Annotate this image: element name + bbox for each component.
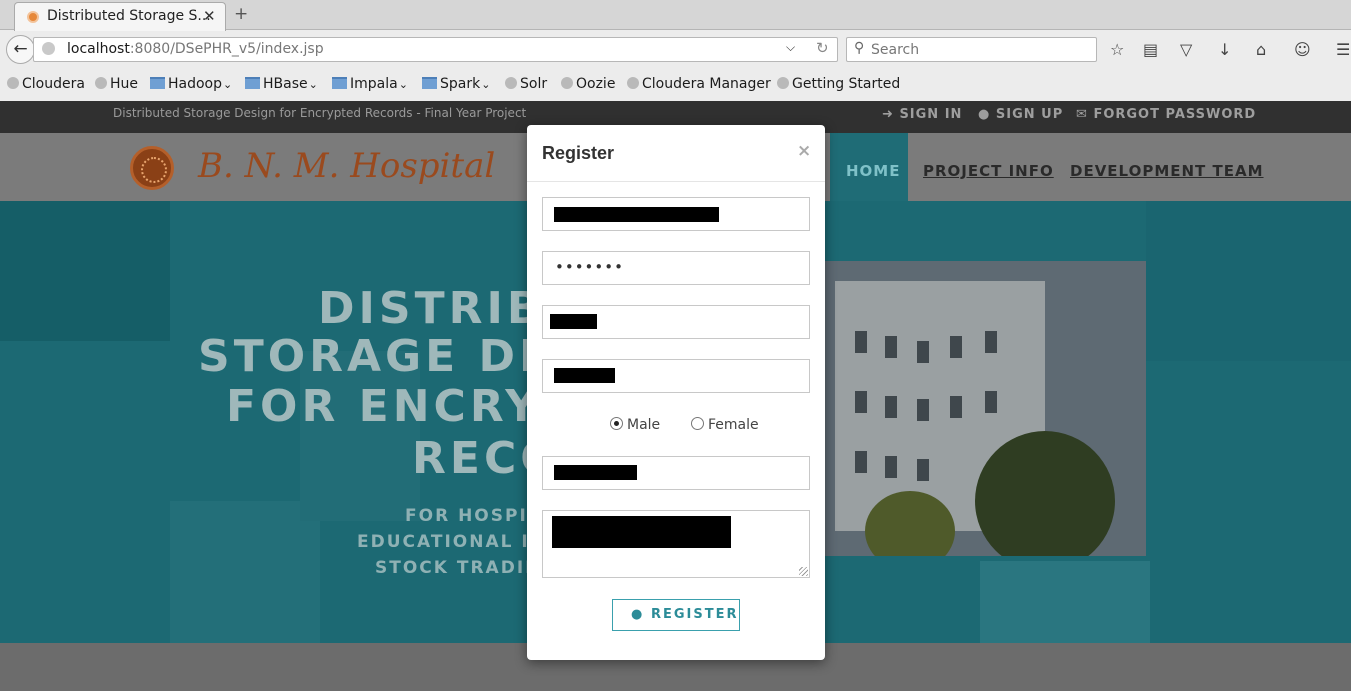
sign-up-link[interactable]: ● SIGN UP (978, 107, 1063, 122)
male-radio[interactable] (610, 417, 623, 430)
bookmark-folder-hbase[interactable]: HBase⌄ (245, 76, 318, 92)
user-icon: ● (631, 607, 643, 622)
password-field[interactable]: ••••••• (542, 251, 810, 285)
redacted-value (554, 465, 637, 480)
bookmark-solr[interactable]: Solr (505, 76, 547, 92)
bookmarks-toolbar: Cloudera Hue Hadoop⌄ HBase⌄ Impala⌄ Spar… (0, 70, 1351, 101)
bookmark-oozie[interactable]: Oozie (561, 76, 615, 92)
envelope-icon: ✉ (1076, 107, 1088, 122)
globe-icon (777, 77, 789, 89)
browser-navigation-bar: ← localhost:8080/DSePHR_v5/index.jsp ⌵ ↻… (0, 31, 1351, 69)
hero-title-line-1: DISTRIB (318, 283, 545, 334)
search-input[interactable]: ⚲ Search (846, 37, 1097, 62)
site-tagline: Distributed Storage Design for Encrypted… (113, 106, 527, 120)
redacted-value (554, 207, 719, 222)
site-info-icon[interactable] (42, 42, 55, 55)
first-name-field[interactable] (542, 305, 810, 339)
hero-title-line-3: FOR ENCRY (226, 381, 542, 432)
globe-icon (627, 77, 639, 89)
bookmark-cloudera-manager[interactable]: Cloudera Manager (627, 76, 771, 92)
menu-icon[interactable]: ☰ (1336, 40, 1350, 59)
folder-icon (150, 77, 165, 89)
hospital-logo-text: B. N. M. Hospital (198, 146, 496, 186)
url-text: localhost:8080/DSePHR_v5/index.jsp (67, 41, 324, 57)
search-placeholder: Search (871, 42, 920, 58)
resize-grip-icon[interactable] (799, 567, 808, 576)
redacted-value (552, 516, 731, 548)
close-icon[interactable]: × (797, 141, 811, 161)
user-icon: ● (978, 107, 991, 122)
hero-title-line-2: STORAGE DE (198, 331, 554, 382)
tab-title: Distributed Storage S... (47, 8, 211, 24)
bookmark-folder-hadoop[interactable]: Hadoop⌄ (150, 76, 232, 92)
register-button-label: REGISTER (651, 607, 739, 622)
tab-close-icon[interactable]: ✕ (203, 7, 216, 25)
phone-field[interactable] (542, 456, 810, 490)
nav-project-info[interactable]: PROJECT INFO (923, 162, 1054, 180)
reload-icon[interactable]: ↻ (816, 39, 829, 57)
search-icon: ⚲ (854, 40, 865, 56)
bookmark-folder-spark[interactable]: Spark⌄ (422, 76, 490, 92)
female-radio[interactable] (691, 417, 704, 430)
hero-subtitle-line-1: FOR HOSPIT (405, 506, 542, 526)
modal-divider (527, 181, 825, 182)
address-textarea[interactable] (542, 510, 810, 578)
bookmark-folder-impala[interactable]: Impala⌄ (332, 76, 408, 92)
chat-icon[interactable]: ☺ (1294, 40, 1311, 59)
last-name-field[interactable] (542, 359, 810, 393)
gender-female-option[interactable]: Female (691, 417, 759, 433)
chevron-down-icon: ⌄ (223, 78, 233, 91)
hospital-seal-logo (130, 146, 174, 190)
browser-tab[interactable]: Distributed Storage S... ✕ (14, 2, 226, 31)
folder-icon (422, 77, 437, 89)
globe-icon (505, 77, 517, 89)
hero-subtitle-line-3: STOCK TRADIN (375, 558, 542, 578)
chevron-down-icon: ⌄ (308, 78, 318, 91)
redacted-value (554, 368, 615, 383)
bookmark-hue[interactable]: Hue (95, 76, 138, 92)
register-button[interactable]: ● REGISTER (612, 599, 740, 631)
bookmark-getting-started[interactable]: Getting Started (777, 76, 900, 92)
chevron-down-icon: ⌄ (481, 78, 491, 91)
folder-icon (245, 77, 260, 89)
pocket-icon[interactable]: ▽ (1180, 40, 1192, 59)
browser-tab-bar: Distributed Storage S... ✕ + (0, 0, 1351, 31)
reading-list-icon[interactable]: ▤ (1143, 40, 1158, 59)
new-tab-icon[interactable]: + (234, 4, 248, 24)
home-icon[interactable]: ⌂ (1256, 40, 1266, 59)
url-history-dropdown-icon[interactable]: ⌵ (786, 40, 795, 55)
gender-male-option[interactable]: Male (610, 417, 660, 433)
bookmark-cloudera[interactable]: Cloudera (7, 76, 85, 92)
folder-icon (332, 77, 347, 89)
bookmark-star-icon[interactable]: ☆ (1110, 40, 1124, 59)
hero-subtitle-line-2: EDUCATIONAL IN (357, 532, 546, 552)
sign-in-icon: ➜ (882, 107, 894, 122)
sign-in-link[interactable]: ➜ SIGN IN (882, 107, 962, 122)
globe-icon (561, 77, 573, 89)
back-button[interactable]: ← (6, 35, 35, 64)
hospital-building-photo (825, 261, 1146, 556)
modal-title: Register (542, 143, 615, 163)
chevron-down-icon: ⌄ (398, 78, 408, 91)
redacted-value (550, 314, 597, 329)
globe-icon (95, 77, 107, 89)
username-field[interactable] (542, 197, 810, 231)
nav-home[interactable]: HOME (846, 162, 900, 180)
nav-development-team[interactable]: DEVELOPMENT TEAM (1070, 162, 1264, 180)
password-value: ••••••• (555, 258, 624, 276)
forgot-password-link[interactable]: ✉ FORGOT PASSWORD (1076, 107, 1256, 122)
url-bar[interactable]: localhost:8080/DSePHR_v5/index.jsp ⌵ ↻ (33, 37, 838, 62)
register-modal: Register × ••••••• Male Female ● REGISTE… (527, 125, 825, 660)
download-icon[interactable]: ↓ (1218, 40, 1231, 59)
globe-icon (7, 77, 19, 89)
site-favicon-icon (27, 11, 39, 23)
